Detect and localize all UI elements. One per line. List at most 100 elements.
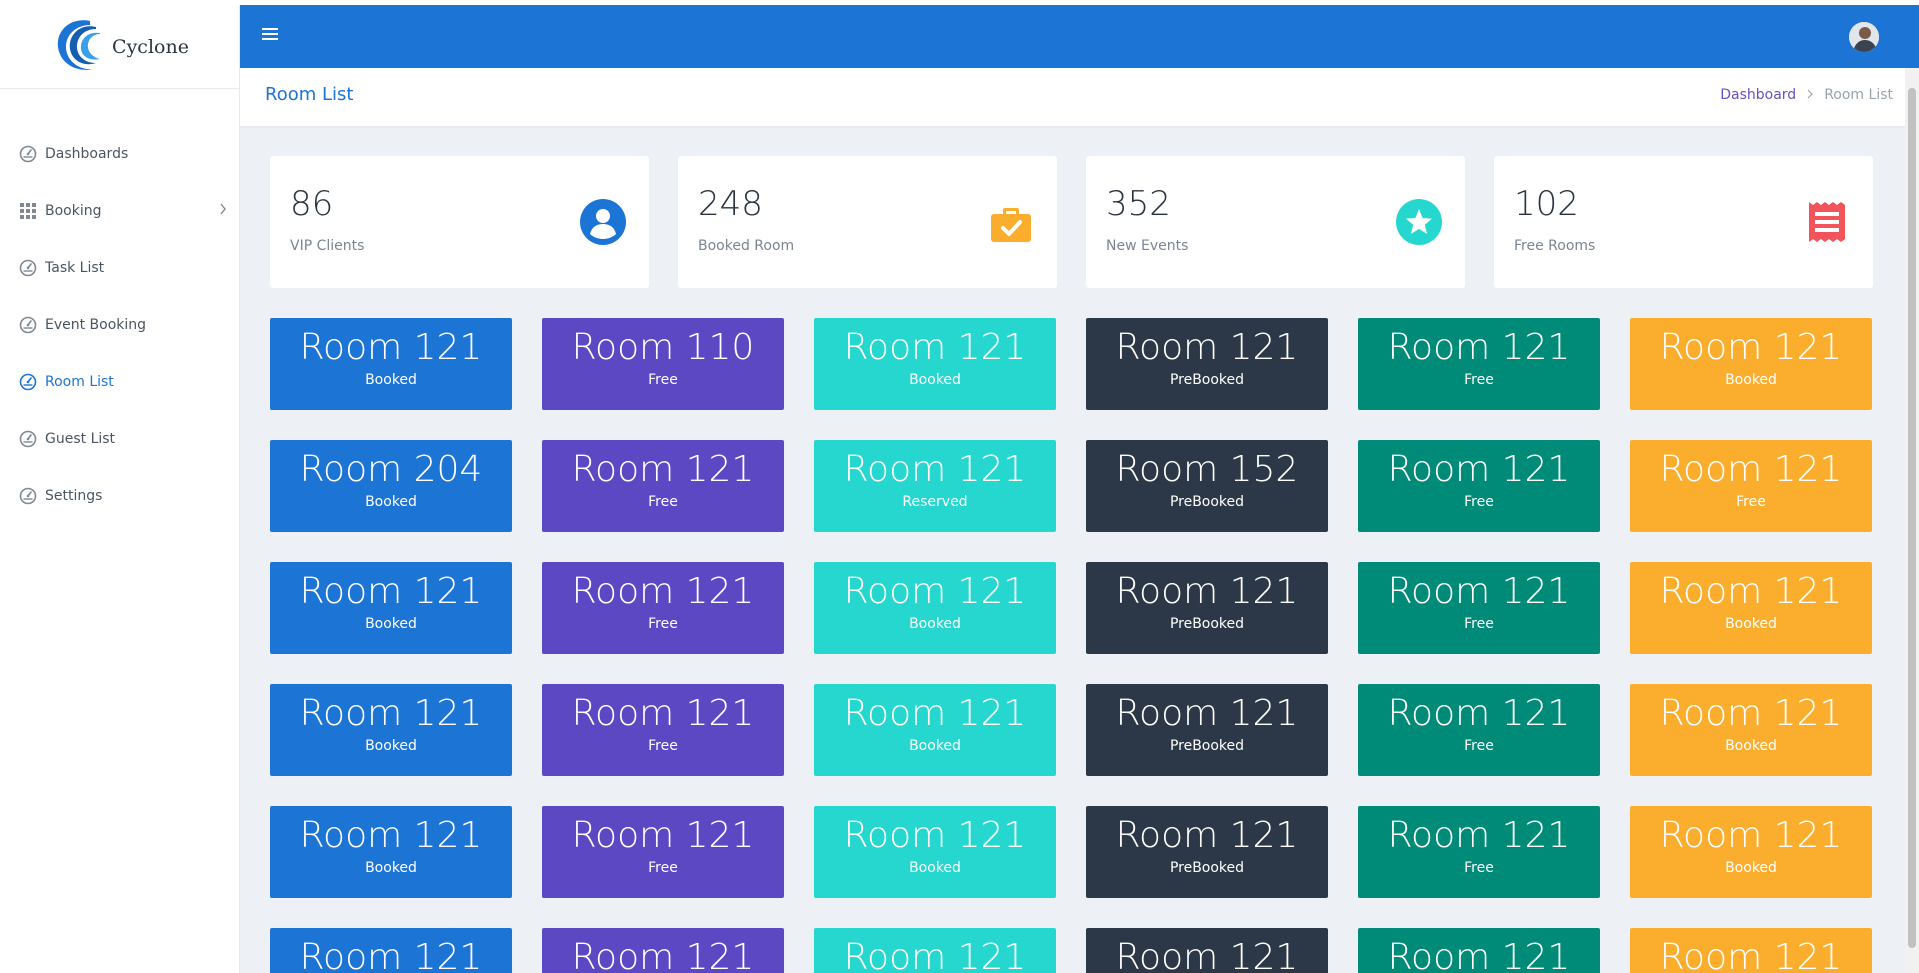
room-card[interactable]: Room 121 Free (1358, 562, 1600, 654)
room-name: Room 121 (1659, 693, 1843, 734)
room-status: PreBooked (1169, 494, 1245, 510)
room-name: Room 121 (1659, 449, 1843, 490)
room-name: Room 121 (1659, 327, 1843, 368)
room-card[interactable]: Room 121 Free (542, 562, 784, 654)
room-status: Free (648, 860, 678, 876)
room-name: Room 152 (1115, 449, 1299, 490)
stat-card: 352 New Events (1086, 156, 1465, 288)
room-card[interactable]: Room 121 Booked (1630, 806, 1872, 898)
room-card[interactable]: Room 121 (1086, 928, 1328, 973)
room-name: Room 121 (571, 937, 755, 973)
room-name: Room 121 (571, 693, 755, 734)
room-card[interactable]: Room 121 PreBooked (1086, 684, 1328, 776)
room-status: Booked (1725, 372, 1777, 388)
star-icon (1395, 198, 1443, 246)
room-card[interactable]: Room 121 Booked (1630, 318, 1872, 410)
sidebar-item-dashboards[interactable]: Dashboards (0, 125, 239, 182)
room-card[interactable]: Room 121 (814, 928, 1056, 973)
room-card[interactable]: Room 121 (270, 928, 512, 973)
room-status: Booked (365, 738, 417, 754)
room-status: Free (648, 738, 678, 754)
room-card[interactable]: Room 121 Free (1630, 440, 1872, 532)
scrollbar-thumb[interactable] (1908, 88, 1916, 948)
room-card[interactable]: Room 121 (1630, 928, 1872, 973)
room-status: Free (648, 372, 678, 388)
stat-label: Free Rooms (1514, 238, 1596, 254)
room-card[interactable]: Room 121 Booked (1630, 684, 1872, 776)
room-card[interactable]: Room 121 Free (1358, 684, 1600, 776)
stat-value: 86 (290, 184, 334, 224)
room-status: Booked (365, 494, 417, 510)
room-card[interactable]: Room 121 Free (1358, 440, 1600, 532)
room-card[interactable]: Room 121 Booked (270, 806, 512, 898)
room-card[interactable]: Room 121 PreBooked (1086, 318, 1328, 410)
room-card[interactable]: Room 121 PreBooked (1086, 562, 1328, 654)
room-card[interactable]: Room 121 Free (542, 440, 784, 532)
room-name: Room 121 (1387, 937, 1571, 973)
stat-value: 352 (1106, 184, 1171, 224)
room-status: Free (1736, 494, 1766, 510)
room-name: Room 204 (299, 449, 483, 490)
room-status: Free (1464, 738, 1494, 754)
stat-card: 102 Free Rooms (1494, 156, 1873, 288)
breadcrumb-dashboard-link[interactable]: Dashboard (1720, 87, 1796, 103)
room-status: Free (648, 494, 678, 510)
room-status: Free (1464, 494, 1494, 510)
room-status: Free (1464, 860, 1494, 876)
sidebar-item-task-list[interactable]: Task List (0, 239, 239, 296)
room-card[interactable]: Room 121 Booked (814, 562, 1056, 654)
room-card[interactable]: Room 121 Free (542, 806, 784, 898)
room-card[interactable]: Room 121 Free (1358, 806, 1600, 898)
stat-card: 248 Booked Room (678, 156, 1057, 288)
room-card[interactable]: Room 121 Free (1358, 318, 1600, 410)
room-card[interactable]: Room 121 (1358, 928, 1600, 973)
room-card[interactable]: Room 121 Reserved (814, 440, 1056, 532)
room-name: Room 121 (843, 815, 1027, 856)
user-avatar[interactable] (1849, 22, 1879, 52)
grid-icon (18, 201, 38, 221)
stat-value: 102 (1514, 184, 1579, 224)
room-grid: Room 121 Booked Room 110 Free Room 121 Booked… (270, 318, 1872, 973)
stat-label: New Events (1106, 238, 1189, 254)
room-status: PreBooked (1169, 616, 1245, 632)
room-card[interactable]: Room 121 Free (542, 684, 784, 776)
room-card[interactable]: Room 121 Booked (814, 318, 1056, 410)
speedometer-icon (18, 258, 38, 278)
sidebar-item-label: Task List (45, 259, 105, 276)
room-card[interactable]: Room 121 (542, 928, 784, 973)
room-card[interactable]: Room 152 PreBooked (1086, 440, 1328, 532)
sidebar-item-label: Room List (45, 373, 114, 390)
room-card[interactable]: Room 110 Free (542, 318, 784, 410)
room-card[interactable]: Room 121 Booked (1630, 562, 1872, 654)
room-name: Room 121 (1387, 693, 1571, 734)
room-name: Room 121 (843, 937, 1027, 973)
room-name: Room 121 (843, 693, 1027, 734)
room-card[interactable]: Room 121 Booked (270, 684, 512, 776)
room-name: Room 121 (571, 571, 755, 612)
room-status: Booked (909, 738, 961, 754)
room-card[interactable]: Room 121 Booked (814, 684, 1056, 776)
stat-value: 248 (698, 184, 763, 224)
room-name: Room 121 (1387, 571, 1571, 612)
room-card[interactable]: Room 121 Booked (270, 318, 512, 410)
room-name: Room 121 (843, 449, 1027, 490)
sidebar-nav: Dashboards Booking Task List Event Booking R… (0, 89, 239, 524)
room-status: Booked (365, 616, 417, 632)
room-name: Room 121 (1115, 571, 1299, 612)
page-scrollbar[interactable] (1905, 68, 1919, 973)
room-name: Room 121 (1115, 693, 1299, 734)
sidebar-item-settings[interactable]: Settings (0, 467, 239, 524)
room-name: Room 121 (299, 815, 483, 856)
menu-toggle-icon[interactable] (262, 28, 278, 42)
room-name: Room 121 (843, 571, 1027, 612)
sidebar-item-event-booking[interactable]: Event Booking (0, 296, 239, 353)
room-card[interactable]: Room 204 Booked (270, 440, 512, 532)
sidebar-item-room-list[interactable]: Room List (0, 353, 239, 410)
room-card[interactable]: Room 121 Booked (814, 806, 1056, 898)
sidebar-item-booking[interactable]: Booking (0, 182, 239, 239)
stats-row: 86 VIP Clients 248 Booked Room 352 New Events… (270, 156, 1873, 288)
room-card[interactable]: Room 121 Booked (270, 562, 512, 654)
room-card[interactable]: Room 121 PreBooked (1086, 806, 1328, 898)
sidebar-item-guest-list[interactable]: Guest List (0, 410, 239, 467)
logo[interactable]: Cyclone (0, 5, 239, 89)
